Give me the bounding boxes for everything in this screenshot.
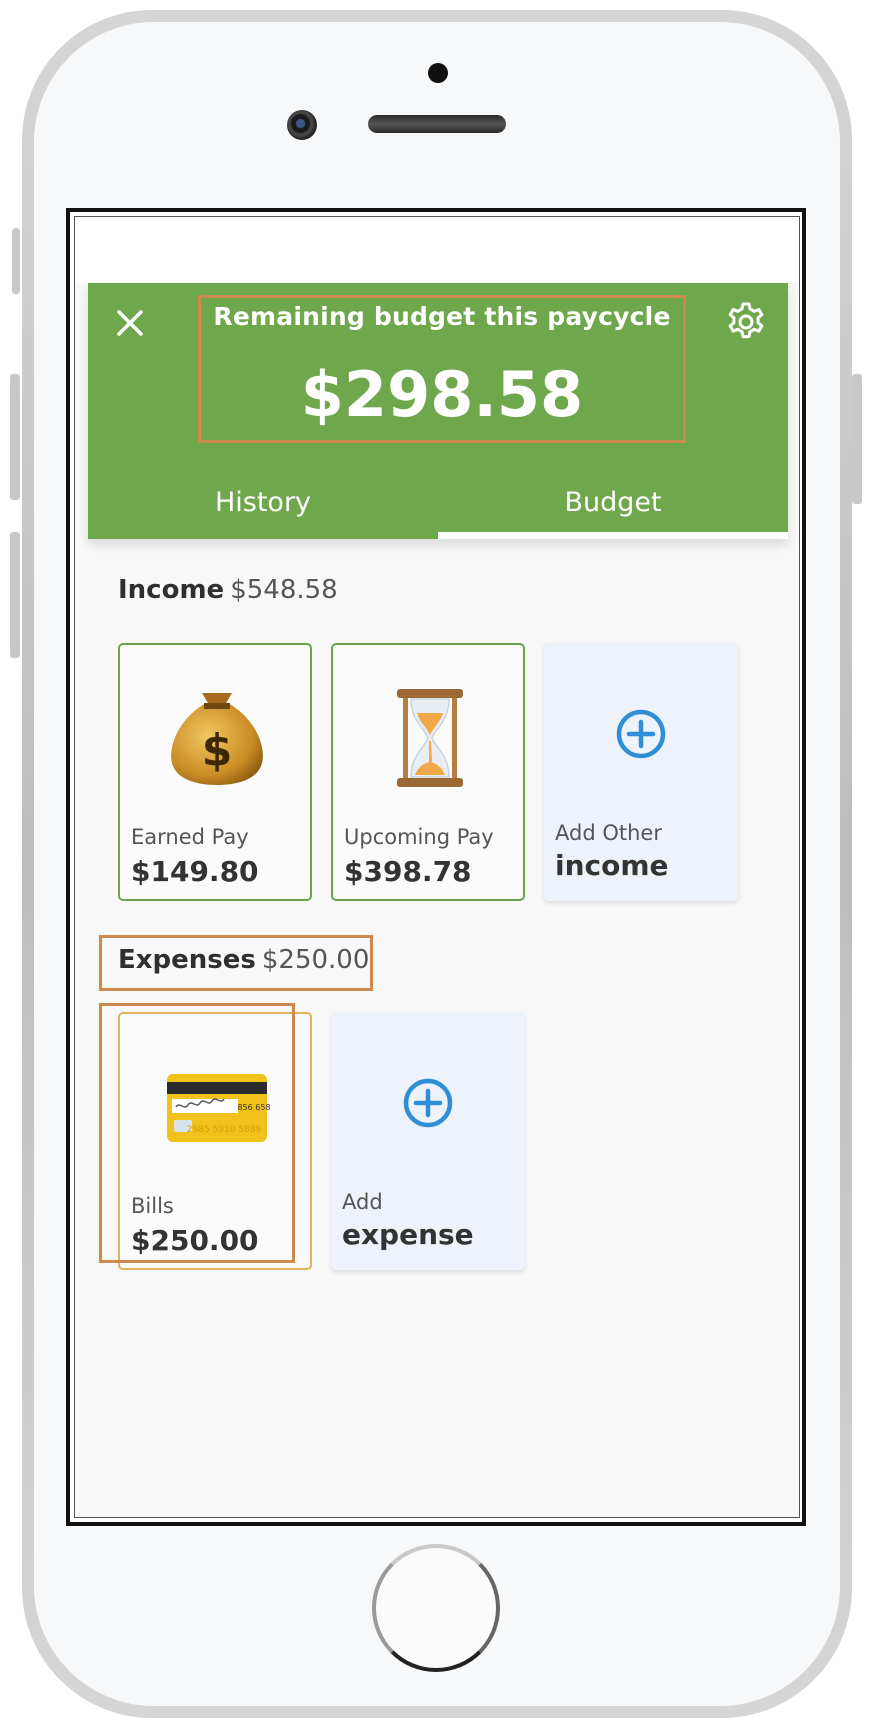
- expenses-total: $250.00: [261, 945, 370, 975]
- close-icon[interactable]: [110, 303, 150, 343]
- bills-amount: $250.00: [131, 1224, 259, 1257]
- plus-circle-icon: [616, 709, 666, 759]
- upcoming-pay-card[interactable]: Upcoming Pay $398.78: [331, 643, 525, 901]
- app-screen: Remaining budget this paycycle $298.58 H…: [74, 216, 800, 1518]
- svg-text:2985 5910 5889: 2985 5910 5889: [187, 1125, 262, 1135]
- volume-up-button: [10, 374, 20, 500]
- tab-history[interactable]: History: [88, 477, 438, 537]
- home-button[interactable]: [372, 1544, 500, 1672]
- mute-switch: [12, 228, 20, 294]
- proximity-sensor: [428, 63, 448, 83]
- bills-label: Bills: [131, 1194, 174, 1218]
- earned-pay-amount: $149.80: [131, 855, 259, 888]
- remaining-budget-title: Remaining budget this paycycle: [213, 302, 671, 331]
- money-bag-icon: $: [171, 693, 263, 785]
- power-button: [852, 374, 862, 504]
- tab-budget[interactable]: Budget: [438, 477, 788, 537]
- tab-history-label: History: [214, 487, 312, 518]
- earpiece-speaker: [368, 115, 506, 133]
- upcoming-pay-amount: $398.78: [344, 855, 472, 888]
- earned-pay-card[interactable]: $ Earned Pay $149.80: [118, 643, 312, 901]
- front-camera: [287, 110, 317, 140]
- add-other-income-label: Add Other: [555, 821, 662, 845]
- add-other-income-value: income: [555, 849, 669, 882]
- active-tab-indicator: [438, 532, 788, 539]
- add-expense-value: expense: [342, 1218, 474, 1251]
- income-section-title: Income $548.58: [118, 575, 338, 605]
- svg-text:856 658: 856 658: [237, 1103, 270, 1112]
- add-other-income-card[interactable]: Add Other income: [544, 643, 738, 901]
- upcoming-pay-label: Upcoming Pay: [344, 825, 494, 849]
- svg-text:$: $: [202, 725, 233, 776]
- income-label: Income: [118, 575, 225, 605]
- add-expense-card[interactable]: Add expense: [331, 1012, 525, 1270]
- income-total: $548.58: [230, 575, 338, 605]
- gear-icon[interactable]: [724, 300, 768, 344]
- plus-circle-icon: [403, 1078, 453, 1128]
- earned-pay-label: Earned Pay: [131, 825, 249, 849]
- hourglass-icon: [397, 689, 463, 787]
- tab-budget-label: Budget: [564, 487, 662, 518]
- remaining-budget-highlight: Remaining budget this paycycle $298.58: [198, 295, 686, 443]
- status-bar: [75, 217, 799, 283]
- remaining-budget-amount: $298.58: [300, 358, 584, 431]
- budget-header: Remaining budget this paycycle $298.58 H…: [88, 283, 788, 539]
- expenses-label: Expenses: [118, 945, 256, 975]
- bills-card[interactable]: 856 658 2985 5910 5889 Bills $250.00: [118, 1012, 312, 1270]
- add-expense-label: Add: [342, 1190, 383, 1214]
- credit-card-icon: 856 658 2985 5910 5889: [167, 1074, 271, 1142]
- volume-down-button: [10, 532, 20, 658]
- expenses-section-title: Expenses $250.00: [118, 945, 369, 975]
